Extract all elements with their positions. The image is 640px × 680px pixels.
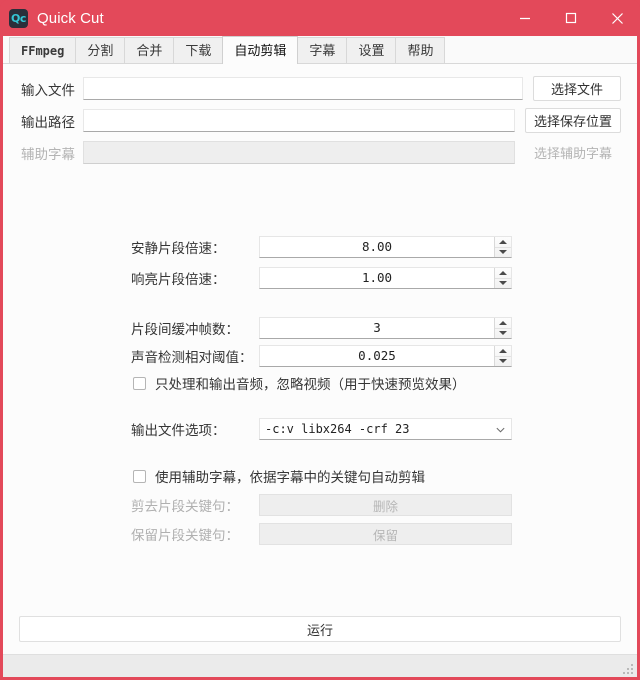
sound-threshold-value: 0.025: [358, 348, 396, 363]
output-options-value: -c:v libx264 -crf 23: [265, 422, 410, 436]
cut-keyword-field: 删除: [259, 494, 512, 516]
buffer-frames-stepper[interactable]: [494, 318, 511, 338]
sound-threshold-row: 声音检测相对阈值： 0.025: [131, 345, 512, 367]
output-path-field[interactable]: [83, 109, 515, 132]
buffer-frames-spinbox[interactable]: 3: [259, 317, 512, 339]
output-options-row: 输出文件选项： -c:v libx264 -crf 23: [131, 418, 512, 440]
triangle-up-icon: [499, 320, 507, 325]
output-options-label: 输出文件选项：: [131, 423, 226, 438]
triangle-down-icon: [499, 250, 507, 255]
audio-only-label: 只处理和输出音频，忽略视频（用于快速预览效果）: [155, 377, 466, 392]
audio-only-checkbox-row[interactable]: 只处理和输出音频，忽略视频（用于快速预览效果）: [133, 373, 466, 393]
keep-keyword-field: 保留: [259, 523, 512, 545]
aux-subtitle-row: 辅助字幕 选择辅助字幕: [21, 140, 621, 165]
tab-help[interactable]: 帮助: [395, 37, 446, 63]
tab-auto-cut[interactable]: 自动剪辑: [222, 36, 299, 64]
aux-subtitle-label: 辅助字幕: [21, 146, 75, 162]
buffer-frames-decrement[interactable]: [495, 329, 511, 339]
loud-speed-label: 响亮片段倍速：: [131, 272, 226, 287]
loud-speed-row: 响亮片段倍速： 1.00: [131, 267, 512, 289]
triangle-up-icon: [499, 270, 507, 275]
sound-threshold-stepper[interactable]: [494, 346, 511, 366]
tab-download[interactable]: 下载: [173, 37, 224, 63]
sound-threshold-increment[interactable]: [495, 346, 511, 357]
choose-aux-subtitle-button: 选择辅助字幕: [525, 140, 621, 165]
quiet-speed-decrement[interactable]: [495, 248, 511, 258]
run-button-bar: 运行: [19, 616, 621, 642]
keep-keyword-label: 保留片段关键句：: [131, 528, 239, 543]
keep-keyword-row: 保留片段关键句： 保留: [131, 523, 512, 545]
application-window: Qc Quick Cut FFmpeg 分割 合并 下载 自动剪辑 字幕 设置 …: [0, 0, 640, 680]
quiet-speed-value: 8.00: [361, 239, 393, 254]
quiet-speed-row: 安静片段倍速： 8.00: [131, 236, 512, 258]
quiet-speed-label: 安静片段倍速：: [131, 241, 226, 256]
triangle-down-icon: [499, 281, 507, 286]
auto-cut-panel: 输入文件 选择文件 输出路径 选择保存位置 辅助字幕 选择辅助字幕 安静片段倍速…: [3, 64, 637, 654]
client-area: 输入文件 选择文件 输出路径 选择保存位置 辅助字幕 选择辅助字幕 安静片段倍速…: [3, 64, 637, 654]
input-file-row: 输入文件 选择文件: [21, 76, 621, 101]
status-bar: [3, 654, 637, 677]
audio-only-checkbox[interactable]: [133, 376, 146, 390]
tab-split[interactable]: 分割: [75, 37, 126, 63]
close-icon: [611, 12, 623, 24]
tab-bar: FFmpeg 分割 合并 下载 自动剪辑 字幕 设置 帮助: [3, 36, 637, 64]
buffer-frames-value: 3: [373, 320, 381, 335]
input-file-label: 输入文件: [21, 82, 75, 98]
loud-speed-stepper[interactable]: [494, 268, 511, 288]
input-file-field[interactable]: [83, 77, 523, 100]
loud-speed-decrement[interactable]: [495, 279, 511, 289]
sound-threshold-decrement[interactable]: [495, 357, 511, 367]
sound-threshold-spinbox[interactable]: 0.025: [259, 345, 512, 367]
window-controls: [502, 0, 640, 36]
use-subtitle-cut-checkbox-row[interactable]: 使用辅助字幕，依据字幕中的关键句自动剪辑: [133, 466, 425, 486]
run-button[interactable]: 运行: [19, 616, 621, 642]
maximize-icon: [565, 12, 577, 24]
output-path-label: 输出路径: [21, 114, 75, 130]
use-subtitle-cut-label: 使用辅助字幕，依据字幕中的关键句自动剪辑: [155, 470, 425, 485]
tab-subtitle[interactable]: 字幕: [297, 37, 348, 63]
minimize-icon: [520, 17, 530, 20]
choose-save-location-button[interactable]: 选择保存位置: [524, 108, 621, 133]
app-logo-icon: Qc: [9, 8, 28, 28]
triangle-down-icon: [499, 359, 507, 364]
minimize-button[interactable]: [502, 0, 548, 36]
use-subtitle-cut-checkbox[interactable]: [133, 469, 146, 483]
triangle-up-icon: [499, 348, 507, 353]
cut-keyword-label: 剪去片段关键句：: [131, 499, 239, 514]
buffer-frames-row: 片段间缓冲帧数： 3: [131, 317, 512, 339]
output-options-select[interactable]: -c:v libx264 -crf 23: [259, 418, 512, 440]
output-path-row: 输出路径 选择保存位置: [21, 108, 621, 133]
quiet-speed-spinbox[interactable]: 8.00: [259, 236, 512, 258]
triangle-up-icon: [499, 239, 507, 244]
aux-subtitle-field: [83, 141, 515, 164]
tab-ffmpeg[interactable]: FFmpeg: [9, 37, 77, 63]
quiet-speed-increment[interactable]: [495, 237, 511, 248]
quiet-speed-stepper[interactable]: [494, 237, 511, 257]
cut-keyword-row: 剪去片段关键句： 删除: [131, 494, 512, 516]
resize-grip-icon[interactable]: [623, 664, 634, 675]
title-bar: Qc Quick Cut: [0, 0, 640, 36]
loud-speed-spinbox[interactable]: 1.00: [259, 267, 512, 289]
triangle-down-icon: [499, 331, 507, 336]
loud-speed-value: 1.00: [361, 270, 393, 285]
loud-speed-increment[interactable]: [495, 268, 511, 279]
tab-settings[interactable]: 设置: [346, 37, 397, 63]
maximize-button[interactable]: [548, 0, 594, 36]
window-title: Quick Cut: [37, 9, 104, 27]
buffer-frames-increment[interactable]: [495, 318, 511, 329]
choose-file-button[interactable]: 选择文件: [533, 76, 621, 101]
chevron-down-icon: [496, 427, 505, 433]
buffer-frames-label: 片段间缓冲帧数：: [131, 322, 239, 337]
close-button[interactable]: [594, 0, 640, 36]
sound-threshold-label: 声音检测相对阈值：: [131, 350, 253, 365]
tab-merge[interactable]: 合并: [124, 37, 175, 63]
